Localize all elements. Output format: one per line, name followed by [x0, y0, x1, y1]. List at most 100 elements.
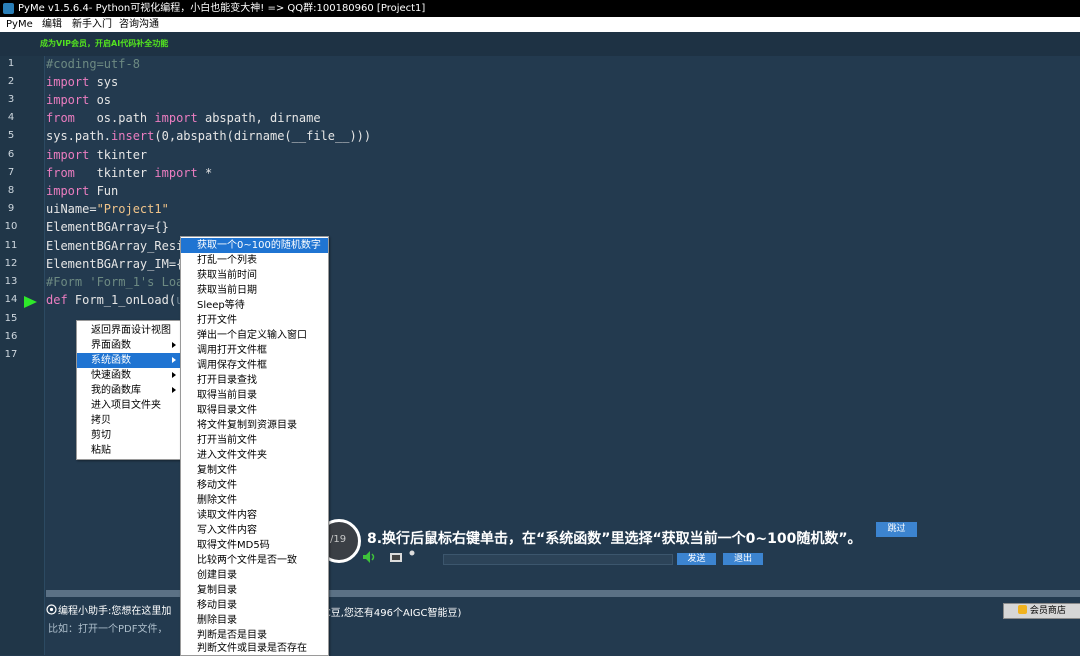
line-number: 11 [4, 240, 18, 251]
line-number: 6 [7, 149, 15, 160]
keyword: def [46, 293, 68, 307]
code-text: ElementBGArray_IM={ [46, 257, 184, 271]
member-shop-button[interactable]: 会员商店 [1003, 603, 1080, 619]
sub-item[interactable]: 移动文件 [181, 478, 328, 493]
camera-icon[interactable] [388, 549, 418, 565]
code-line-6: import tkinter [46, 148, 147, 162]
sub-item[interactable]: 删除目录 [181, 613, 328, 628]
vip-banner-link[interactable]: 成为VIP会员，开启AI代码补全功能 [40, 38, 168, 49]
line-number: 1 [7, 58, 15, 69]
system-functions-submenu: 获取一个0~100的随机数字 打乱一个列表 获取当前时间 获取当前日期 Slee… [180, 236, 329, 656]
sub-item-random-number[interactable]: 获取一个0~100的随机数字 [181, 238, 328, 253]
tutorial-step-text: 8.换行后鼠标右键单击，在“系统函数”里选择“获取当前一个0~100随机数”。 [367, 531, 862, 547]
line-number: 5 [7, 130, 15, 141]
line-number: 13 [4, 276, 18, 287]
exit-button[interactable]: 退出 [723, 553, 763, 565]
sub-item[interactable]: 移动目录 [181, 598, 328, 613]
code-text: Fun [89, 184, 119, 198]
sub-item[interactable]: 获取当前时间 [181, 268, 328, 283]
ctx-item-quick-functions[interactable]: 快速函数 [77, 368, 181, 383]
line-number: 12 [4, 258, 18, 269]
sub-item[interactable]: 打开目录查找 [181, 373, 328, 388]
menu-edit[interactable]: 编辑 [42, 17, 62, 32]
code-text: tkinter [89, 148, 148, 162]
ctx-item-my-library[interactable]: 我的函数库 [77, 383, 181, 398]
title-bar: PyMe v1.5.6.4- Python可视化编程，小白也能变大神! => Q… [0, 0, 1080, 17]
ctx-item-open-project-folder[interactable]: 进入项目文件夹 [77, 398, 181, 413]
sub-item[interactable]: 比较两个文件是否一致 [181, 553, 328, 568]
code-line-14: def Form_1_onLoad(u [46, 293, 183, 307]
chat-input-bar[interactable] [443, 554, 673, 565]
code-text: abspath, dirname [197, 111, 321, 125]
context-menu: 返回界面设计视图 界面函数 系统函数 快速函数 我的函数库 进入项目文件夹 拷贝… [76, 320, 182, 460]
code-line-4: from os.path import abspath, dirname [46, 111, 321, 125]
sub-item[interactable]: 复制目录 [181, 583, 328, 598]
sub-item[interactable]: 复制文件 [181, 463, 328, 478]
sub-item[interactable]: 将文件复制到资源目录 [181, 418, 328, 433]
sub-item[interactable]: 创建目录 [181, 568, 328, 583]
keyword: import [46, 184, 90, 198]
ctx-item-paste[interactable]: 粘贴 [77, 443, 181, 458]
sub-item[interactable]: 打开当前文件 [181, 433, 328, 448]
code-line-11: ElementBGArray_Resi [46, 239, 183, 253]
keyword: from [46, 111, 75, 125]
code-text: uiName= [46, 202, 97, 216]
shop-label: 会员商店 [1029, 606, 1066, 616]
code-line-10: ElementBGArray={} [46, 220, 169, 234]
keyword: import [46, 93, 90, 107]
keyword: import [46, 75, 90, 89]
line-number: 4 [7, 112, 15, 123]
ctx-item-ui-functions[interactable]: 界面函数 [77, 338, 181, 353]
sub-item[interactable]: 进入文件文件夹 [181, 448, 328, 463]
menu-consult[interactable]: 咨询沟通 [119, 17, 159, 32]
code-text: tkinter [74, 166, 155, 180]
code-text: ElementBGArray_Resi [46, 239, 184, 253]
ctx-item-back-to-design[interactable]: 返回界面设计视图 [77, 323, 181, 338]
ctx-item-system-functions[interactable]: 系统函数 [77, 353, 181, 368]
assistant-prompt: 编程小助手:您想在这里加 [58, 606, 172, 617]
code-text: ElementBGArray={} [46, 220, 169, 234]
sub-item[interactable]: Sleep等待 [181, 298, 328, 313]
sub-item[interactable]: 打乱一个列表 [181, 253, 328, 268]
sub-item[interactable]: 取得当前目录 [181, 388, 328, 403]
keyword: from [46, 166, 75, 180]
line-number: 10 [4, 221, 18, 232]
send-button[interactable]: 发送 [677, 553, 716, 565]
keyword: import [154, 166, 198, 180]
line-number: 7 [7, 167, 15, 178]
ctx-item-copy[interactable]: 拷贝 [77, 413, 181, 428]
code-text: os.path [74, 111, 155, 125]
sub-item[interactable]: 读取文件内容 [181, 508, 328, 523]
code-line-13: #Form 'Form_1's Loa [46, 275, 183, 289]
comment: #coding=utf-8 [46, 57, 140, 71]
progress-text: /19 [330, 534, 347, 545]
sub-item[interactable]: 判断文件或目录是否存在 [181, 641, 328, 656]
code-text: Form_1_onLoad( [67, 293, 177, 307]
code-line-5: sys.path.insert(0,abspath(dirname(__file… [46, 129, 371, 143]
skip-button[interactable]: 跳过 [876, 522, 917, 537]
sub-item[interactable]: 弹出一个自定义输入窗口 [181, 328, 328, 343]
breakpoint-arrow-icon[interactable] [24, 296, 37, 308]
sub-item[interactable]: 取得文件MD5码 [181, 538, 328, 553]
assistant-example[interactable]: 比如：打开一个PDF文件， [48, 620, 167, 635]
sub-item[interactable]: 删除文件 [181, 493, 328, 508]
code-line-1: #coding=utf-8 [46, 57, 140, 71]
menu-beginner[interactable]: 新手入门 [72, 17, 112, 32]
string-literal: "Project1" [96, 202, 169, 216]
sub-item[interactable]: 打开文件 [181, 313, 328, 328]
code-line-7: from tkinter import * [46, 166, 212, 180]
sub-item[interactable]: 获取当前日期 [181, 283, 328, 298]
speaker-icon[interactable] [362, 550, 378, 564]
sub-item[interactable]: 写入文件内容 [181, 523, 328, 538]
code-text: sys [89, 75, 119, 89]
line-number: 2 [7, 76, 15, 87]
line-number: 3 [7, 94, 15, 105]
code-text: (0,abspath(dirname(__file__))) [154, 129, 372, 143]
assistant-icon [46, 604, 57, 615]
menu-pyme[interactable]: PyMe [6, 17, 33, 32]
sub-item[interactable]: 取得目录文件 [181, 403, 328, 418]
sub-item[interactable]: 调用保存文件框 [181, 358, 328, 373]
sub-item[interactable]: 调用打开文件框 [181, 343, 328, 358]
ctx-item-cut[interactable]: 剪切 [77, 428, 181, 443]
vip-bar: 成为VIP会员，开启AI代码补全功能 [0, 32, 1080, 56]
